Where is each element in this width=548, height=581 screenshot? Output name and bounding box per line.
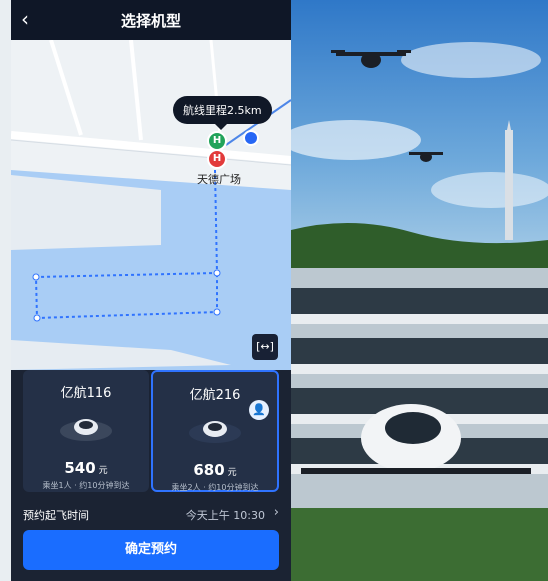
aircraft-building-photo [291,268,548,581]
sky-scene [291,42,548,268]
place-label: 天德广场 [197,173,241,186]
price-value: 540 [64,459,96,477]
route-distance-bubble: 航线里程2.5km [173,96,272,130]
drone-sky-photo [291,0,548,268]
heliport-end-pin[interactable]: H [207,149,227,169]
departure-time-label: 预约起飞时间 [23,509,89,522]
aircraft-card-216[interactable]: 亿航216 👤 680 元 乘坐2人 · 约10分钟到达 [151,370,279,492]
capacity-note: 乘坐2人 · 约10分钟到达 [171,483,259,492]
price-unit: 元 [227,468,237,478]
page-title: 选择机型 [120,12,181,30]
building-scene [291,268,548,581]
aircraft-image [60,419,112,441]
capacity-note: 乘坐1人 · 约10分钟到达 [42,481,130,490]
aircraft-selection-sheet: 亿航116 540 元 乘坐1人 · 约10分钟到达 亿航216 👤 680 元 乘… [11,370,291,581]
price: 680 元 [153,461,277,479]
aircraft-image [189,421,241,443]
price-unit: 元 [98,466,108,476]
chevron-right-icon: › [273,505,279,520]
phone-screen: ‹ 选择机型 航线里程2.5km H H 天德广场 [↔] 亿航116 540 … [11,0,291,581]
aircraft-name: 亿航116 [60,386,112,401]
heliport-start-pin[interactable]: H [207,131,227,151]
person-badge-icon: 👤 [249,400,269,420]
price-value: 680 [193,461,225,479]
price: 540 元 [23,459,149,477]
departure-time-value: 今天上午 10:30 [185,509,265,522]
confirm-booking-button[interactable]: 确定预约 [23,530,279,570]
expand-map-button[interactable]: [↔] [252,334,278,360]
current-location-icon [243,130,259,146]
map-graphics [11,40,291,370]
departure-time-row[interactable]: 预约起飞时间 今天上午 10:30 › [23,504,279,526]
route-map[interactable]: 航线里程2.5km H H 天德广场 [↔] [11,40,291,370]
top-bar: ‹ 选择机型 [11,0,291,40]
aircraft-card-116[interactable]: 亿航116 540 元 乘坐1人 · 约10分钟到达 [23,370,149,492]
